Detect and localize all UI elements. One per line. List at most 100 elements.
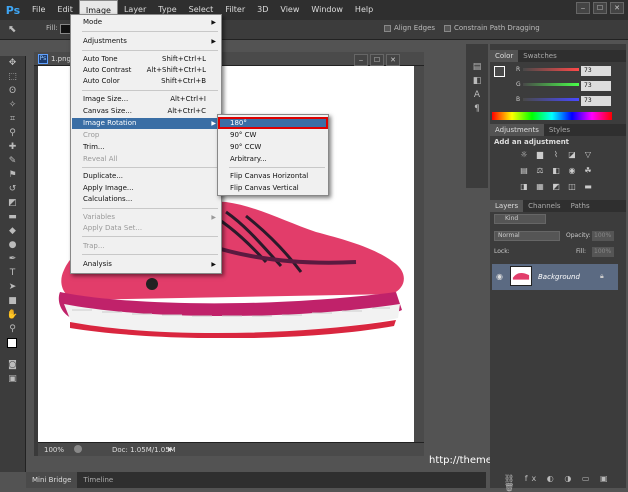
history-panel-icon[interactable]: ▤ <box>469 60 485 74</box>
layer-actions-icons[interactable]: ⛓ fx ◐ ◑ ▭ ▣ 🗑︎ <box>504 474 628 492</box>
close-button[interactable]: ✕ <box>610 2 624 14</box>
menu-filter[interactable]: Filter <box>219 0 251 20</box>
zoom-level[interactable]: 100% <box>44 446 64 454</box>
marquee-tool-icon[interactable]: ⬚ <box>5 70 21 84</box>
menu-item-auto-tone[interactable]: Auto Tone Shift+Ctrl+L <box>83 54 218 65</box>
red-slider[interactable] <box>523 68 579 71</box>
menu-item-rotate-90-ccw[interactable]: 90° CCW <box>230 142 325 153</box>
tab-channels[interactable]: Channels <box>523 200 565 212</box>
menu-help[interactable]: Help <box>349 0 379 20</box>
posterize-adj-icon[interactable]: ▦ <box>534 182 546 191</box>
move-tool-icon[interactable]: ✥ <box>5 56 21 70</box>
hue-saturation-adj-icon[interactable]: ▤ <box>518 166 530 175</box>
properties-panel-icon[interactable]: ◧ <box>469 74 485 88</box>
menu-item-flip-horizontal[interactable]: Flip Canvas Horizontal <box>230 171 325 182</box>
crop-tool-icon[interactable]: ⌗ <box>5 112 21 126</box>
threshold-adj-icon[interactable]: ◩ <box>550 182 562 191</box>
healing-brush-tool-icon[interactable]: ✚ <box>5 140 21 154</box>
color-fg-swatch[interactable] <box>494 66 505 77</box>
maximize-button[interactable]: ☐ <box>593 2 607 14</box>
menu-view[interactable]: View <box>274 0 305 20</box>
green-slider[interactable] <box>523 83 579 86</box>
opacity-value[interactable]: 100% <box>592 231 614 241</box>
menu-item-rotate-180[interactable]: 180° <box>230 118 325 129</box>
blue-value[interactable]: 73 <box>581 96 611 106</box>
menu-item-trim[interactable]: Trim... <box>83 142 218 153</box>
gradient-map-adj-icon[interactable]: ▬ <box>582 182 594 191</box>
color-swatches[interactable] <box>5 336 21 358</box>
paragraph-panel-icon[interactable]: ¶ <box>469 102 485 116</box>
levels-adj-icon[interactable]: ▆ <box>534 150 546 159</box>
type-tool-icon[interactable]: T <box>5 266 21 280</box>
menu-item-auto-contrast[interactable]: Auto Contrast Alt+Shift+Ctrl+L <box>83 65 218 76</box>
eyedropper-tool-icon[interactable]: ⚲ <box>5 126 21 140</box>
menu-item-analysis[interactable]: Analysis ▶ <box>83 259 218 270</box>
menu-3d[interactable]: 3D <box>251 0 274 20</box>
menu-item-calculations[interactable]: Calculations... <box>83 194 218 205</box>
menu-item-auto-color[interactable]: Auto Color Shift+Ctrl+B <box>83 76 218 87</box>
selective-color-adj-icon[interactable]: ◫ <box>566 182 578 191</box>
status-arrow-icon[interactable]: ▶ <box>168 446 173 453</box>
zoom-tool-icon[interactable]: ⚲ <box>5 322 21 336</box>
menu-item-adjustments[interactable]: Adjustments ▶ <box>83 36 218 47</box>
magic-wand-tool-icon[interactable]: ✧ <box>5 98 21 112</box>
menu-item-mode[interactable]: Mode ▶ <box>83 17 218 28</box>
black-white-adj-icon[interactable]: ◧ <box>550 166 562 175</box>
vertical-scrollbar[interactable] <box>414 66 424 442</box>
menu-item-rotate-90-cw[interactable]: 90° CW <box>230 130 325 141</box>
tab-timeline[interactable]: Timeline <box>77 472 119 488</box>
tab-layers[interactable]: Layers <box>490 200 524 212</box>
eraser-tool-icon[interactable]: ◩ <box>5 196 21 210</box>
red-value[interactable]: 73 <box>581 66 611 76</box>
character-panel-icon[interactable]: A <box>469 88 485 102</box>
menu-item-flip-vertical[interactable]: Flip Canvas Vertical <box>230 183 325 194</box>
dodge-tool-icon[interactable]: ● <box>5 238 21 252</box>
clone-stamp-tool-icon[interactable]: ⚑ <box>5 168 21 182</box>
tab-adjustments[interactable]: Adjustments <box>490 124 544 136</box>
invert-adj-icon[interactable]: ◨ <box>518 182 530 191</box>
photo-filter-adj-icon[interactable]: ◉ <box>566 166 578 175</box>
tab-swatches[interactable]: Swatches <box>518 50 561 62</box>
layer-filter-kind[interactable]: Kind <box>494 214 546 224</box>
vibrance-adj-icon[interactable]: ▽ <box>582 150 594 159</box>
tab-styles[interactable]: Styles <box>544 124 575 136</box>
align-edges-checkbox[interactable]: Align Edges <box>384 24 435 32</box>
channel-mixer-adj-icon[interactable]: ☘ <box>582 166 594 175</box>
quick-mask-icon[interactable]: ◙ <box>5 358 21 372</box>
constrain-path-checkbox[interactable]: Constrain Path Dragging <box>444 24 540 32</box>
menu-item-image-rotation[interactable]: Image Rotation ▶ <box>83 118 218 129</box>
minimize-button[interactable]: ‒ <box>576 2 590 14</box>
shape-tool-icon[interactable]: ■ <box>5 294 21 308</box>
screen-mode-icon[interactable]: ▣ <box>5 372 21 386</box>
exposure-adj-icon[interactable]: ◪ <box>566 150 578 159</box>
pen-tool-icon[interactable]: ✒ <box>5 252 21 266</box>
layer-name[interactable]: Background <box>538 273 580 281</box>
history-brush-tool-icon[interactable]: ↺ <box>5 182 21 196</box>
menu-item-duplicate[interactable]: Duplicate... <box>83 171 218 182</box>
blend-mode-select[interactable]: Normal <box>494 231 560 241</box>
lasso-tool-icon[interactable]: ʘ <box>5 84 21 98</box>
brush-tool-icon[interactable]: ✎ <box>5 154 21 168</box>
path-selection-tool-icon[interactable]: ➤ <box>5 280 21 294</box>
path-select-icon[interactable]: ⬉ <box>8 24 16 35</box>
menu-item-arbitrary[interactable]: Arbitrary... <box>230 154 325 165</box>
doc-close-button[interactable]: ✕ <box>386 54 400 66</box>
hand-tool-icon[interactable]: ✋ <box>5 308 21 322</box>
color-spectrum[interactable] <box>492 112 612 120</box>
brightness-adj-icon[interactable]: ☼ <box>518 150 530 159</box>
color-balance-adj-icon[interactable]: ⚖ <box>534 166 546 175</box>
menu-window[interactable]: Window <box>305 0 349 20</box>
info-icon[interactable] <box>74 445 82 453</box>
doc-maximize-button[interactable]: ☐ <box>370 54 384 66</box>
blue-slider[interactable] <box>523 98 579 101</box>
tab-color[interactable]: Color <box>490 50 519 62</box>
menu-file[interactable]: File <box>26 0 51 20</box>
curves-adj-icon[interactable]: ⌇ <box>550 150 562 159</box>
fill-opacity-value[interactable]: 100% <box>592 247 614 257</box>
menu-item-apply-image[interactable]: Apply Image... <box>83 183 218 194</box>
green-value[interactable]: 73 <box>581 81 611 91</box>
foreground-color-icon[interactable] <box>6 338 17 348</box>
doc-minimize-button[interactable]: ‒ <box>354 54 368 66</box>
tab-paths[interactable]: Paths <box>566 200 595 212</box>
gradient-tool-icon[interactable]: ▬ <box>5 210 21 224</box>
